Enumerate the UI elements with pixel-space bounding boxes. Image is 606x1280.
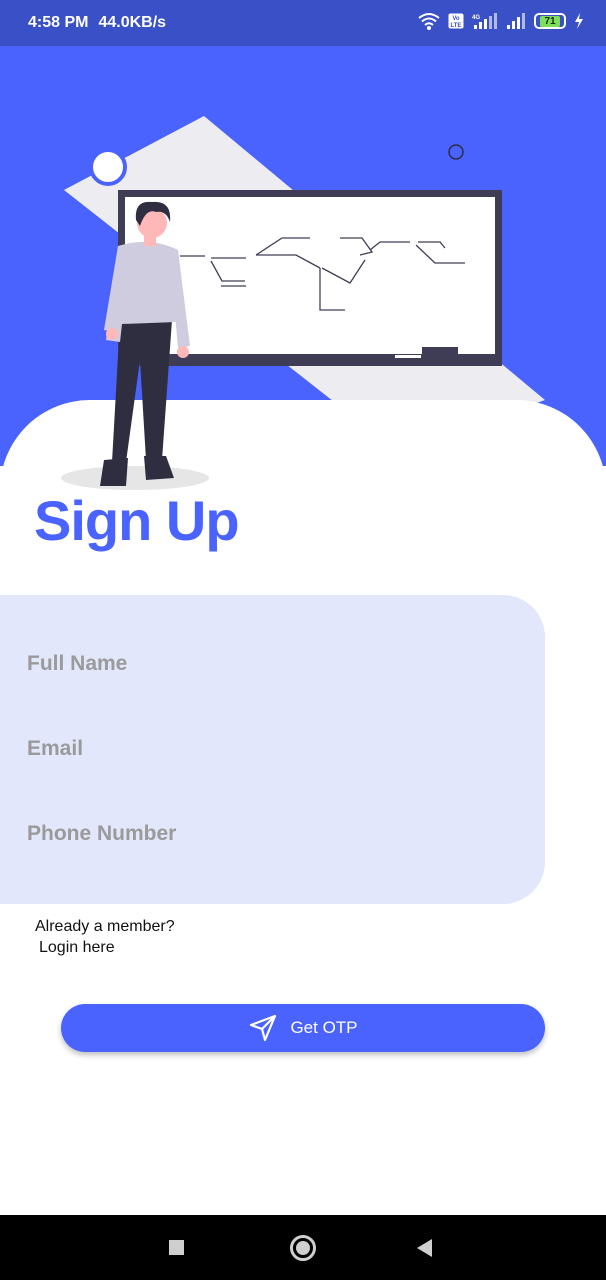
email-input[interactable] bbox=[27, 729, 507, 769]
signal-icon-2 bbox=[507, 13, 525, 29]
battery-icon: 71 bbox=[534, 13, 566, 29]
login-prompt-text: Already a member? bbox=[35, 918, 175, 935]
decor-circle bbox=[479, 401, 517, 428]
page-title: Sign Up bbox=[34, 489, 240, 552]
signal-icon: 4G bbox=[472, 13, 497, 29]
svg-text:LTE: LTE bbox=[451, 23, 462, 29]
status-time: 4:58 PM bbox=[28, 14, 89, 31]
status-bar: 4:58 PM 44.0KB/s Vo LTE 4G 71 bbox=[0, 0, 606, 46]
charging-icon bbox=[575, 13, 583, 29]
recent-apps-icon[interactable] bbox=[169, 1240, 184, 1255]
send-icon bbox=[250, 1014, 277, 1042]
home-icon-inner bbox=[296, 1241, 310, 1255]
home-icon[interactable] bbox=[290, 1235, 316, 1261]
login-prompt: Already a member? Login here bbox=[35, 916, 175, 958]
battery-level: 71 bbox=[540, 15, 560, 27]
person-illustration bbox=[61, 201, 209, 490]
status-speed: 44.0KB/s bbox=[98, 14, 167, 31]
get-otp-button[interactable]: Get OTP bbox=[61, 1004, 545, 1052]
status-icons: Vo LTE 4G 71 bbox=[418, 12, 584, 30]
volte-icon: Vo LTE bbox=[448, 13, 464, 29]
svg-text:4G: 4G bbox=[472, 15, 480, 21]
back-icon[interactable] bbox=[417, 1239, 432, 1257]
signup-form bbox=[0, 595, 545, 904]
phone-number-input[interactable] bbox=[27, 814, 507, 854]
navigation-bar bbox=[0, 1215, 606, 1280]
get-otp-label: Get OTP bbox=[290, 1018, 358, 1037]
login-link[interactable]: Login here bbox=[35, 937, 175, 958]
svg-text:Vo: Vo bbox=[452, 16, 460, 22]
wifi-icon bbox=[418, 13, 440, 30]
full-name-input[interactable] bbox=[27, 644, 507, 684]
